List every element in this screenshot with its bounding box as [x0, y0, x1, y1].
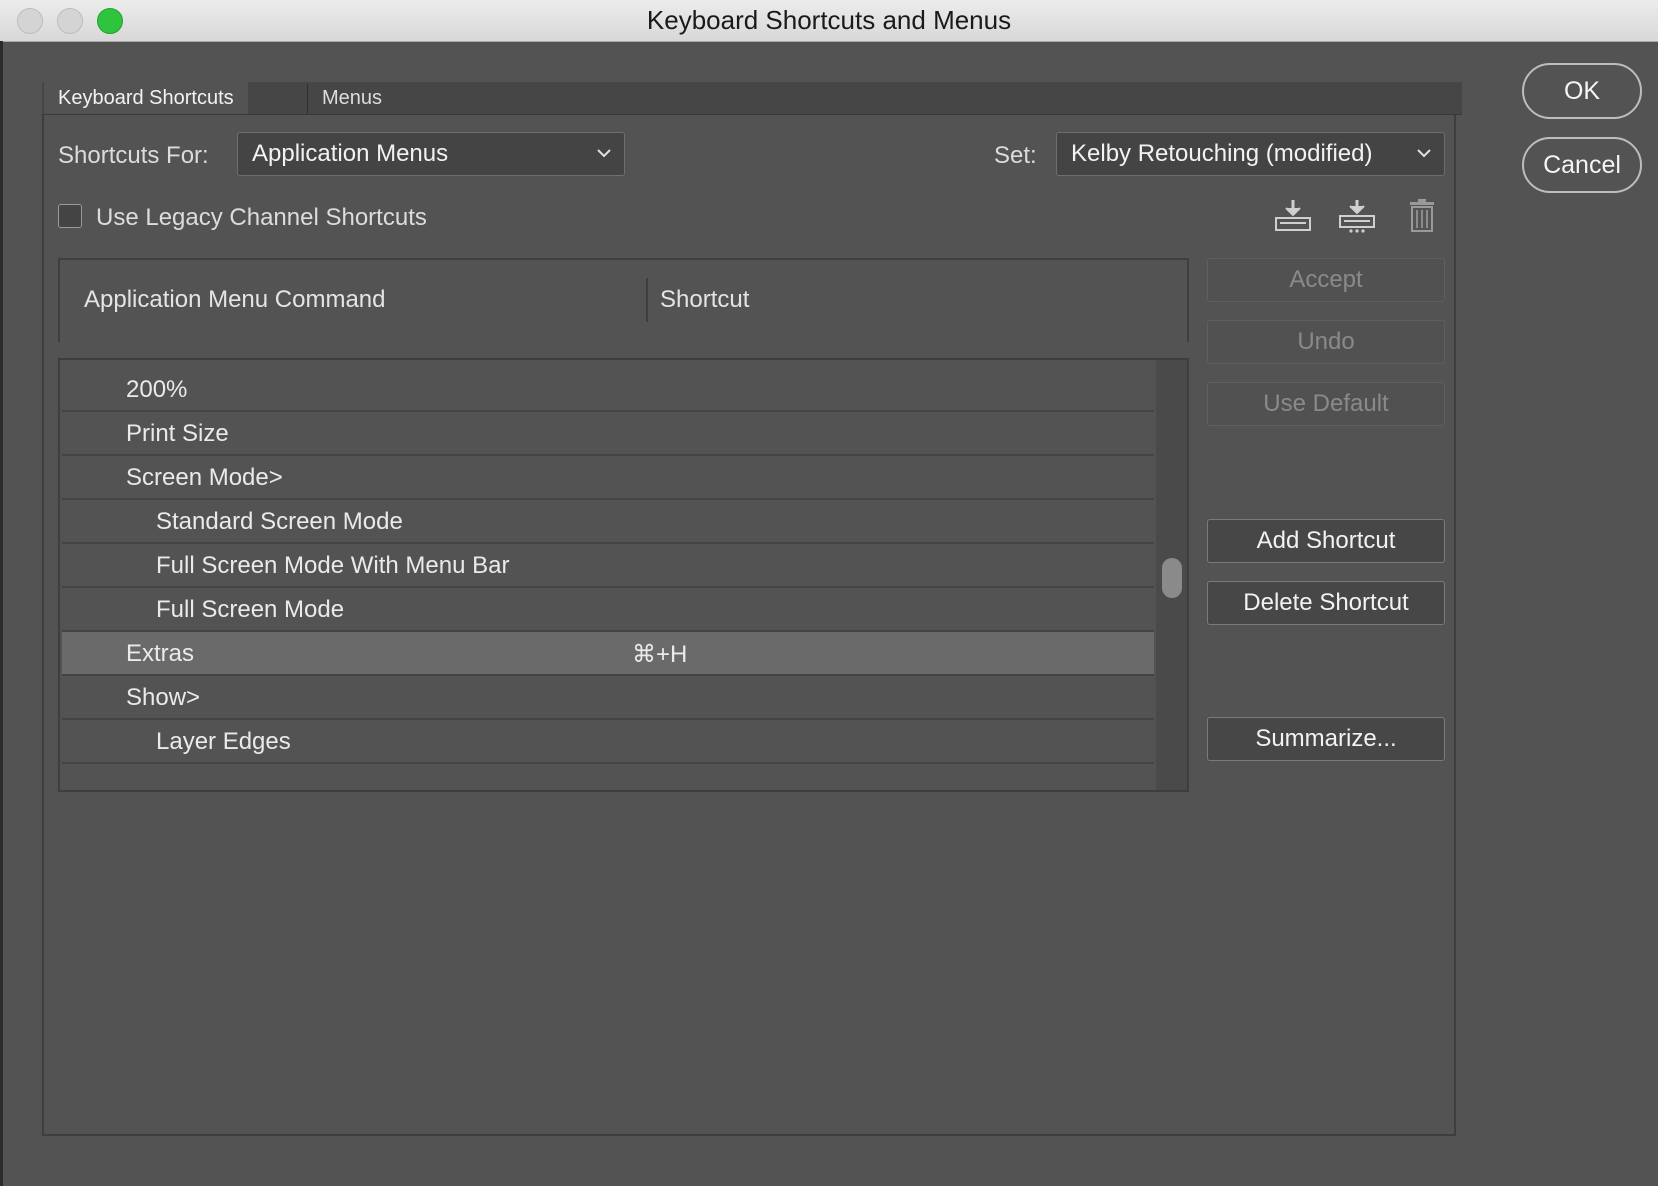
- command-name: 200%: [126, 376, 188, 403]
- command-name: Show>: [126, 684, 201, 711]
- table-header: Application Menu Command Shortcut: [58, 258, 1189, 342]
- table-row[interactable]: Print Size: [62, 412, 1154, 456]
- table-row[interactable]: Standard Screen Mode: [62, 500, 1154, 544]
- command-name: Full Screen Mode With Menu Bar: [156, 552, 510, 579]
- table-row[interactable]: 200%: [62, 368, 1154, 412]
- column-header-shortcut[interactable]: Shortcut: [660, 286, 749, 314]
- command-name: Print Size: [126, 420, 229, 447]
- ok-button[interactable]: OK: [1522, 63, 1642, 119]
- set-label: Set:: [994, 142, 1037, 169]
- undo-button[interactable]: Undo: [1207, 320, 1445, 364]
- use-default-button[interactable]: Use Default: [1207, 382, 1445, 426]
- shortcuts-for-label: Shortcuts For:: [58, 142, 209, 169]
- legacy-channel-label[interactable]: Use Legacy Channel Shortcuts: [96, 204, 427, 232]
- shortcut-value[interactable]: ⌘+H: [632, 640, 687, 669]
- legacy-channel-checkbox[interactable]: [58, 204, 82, 228]
- table-row[interactable]: Full Screen Mode With Menu Bar: [62, 544, 1154, 588]
- summarize-button[interactable]: Summarize...: [1207, 717, 1445, 761]
- tab-keyboard-shortcuts[interactable]: Keyboard Shortcuts: [44, 82, 248, 114]
- command-name: Standard Screen Mode: [156, 508, 403, 535]
- add-shortcut-button[interactable]: Add Shortcut: [1207, 519, 1445, 563]
- tab-strip: Keyboard Shortcuts Menus: [42, 82, 1462, 115]
- window-edge: [0, 41, 3, 1186]
- title-bar: Keyboard Shortcuts and Menus: [0, 0, 1658, 42]
- command-name: Full Screen Mode: [156, 596, 345, 623]
- tab-menus[interactable]: Menus: [308, 82, 396, 114]
- command-name: Screen Mode>: [126, 464, 283, 491]
- table-row[interactable]: Show>: [62, 676, 1154, 720]
- set-select[interactable]: Kelby Retouching (modified): [1056, 132, 1445, 176]
- delete-set-icon[interactable]: [1402, 198, 1442, 234]
- table-row-selected[interactable]: Extras ⌘+H: [62, 632, 1154, 676]
- table-row[interactable]: Layer Edges: [62, 720, 1154, 764]
- chevron-down-icon: [1417, 149, 1431, 158]
- delete-shortcut-button[interactable]: Delete Shortcut: [1207, 581, 1445, 625]
- table-row[interactable]: Full Screen Mode: [62, 588, 1154, 632]
- cancel-button[interactable]: Cancel: [1522, 137, 1642, 193]
- column-header-command[interactable]: Application Menu Command: [84, 286, 386, 314]
- shortcuts-for-select[interactable]: Application Menus: [237, 132, 625, 176]
- accept-button[interactable]: Accept: [1207, 258, 1445, 302]
- window-title: Keyboard Shortcuts and Menus: [646, 5, 1012, 35]
- save-set-as-icon[interactable]: [1337, 198, 1377, 234]
- set-value: Kelby Retouching (modified): [1071, 140, 1373, 167]
- save-set-icon[interactable]: [1273, 198, 1313, 234]
- chevron-down-icon: [597, 149, 611, 158]
- column-divider[interactable]: [646, 278, 648, 322]
- table-row[interactable]: Screen Mode>: [62, 456, 1154, 500]
- shortcuts-for-value: Application Menus: [252, 140, 449, 167]
- command-list: 200% Print Size Screen Mode> Standard Sc…: [58, 358, 1189, 792]
- command-name: Layer Edges: [156, 728, 291, 755]
- scrollbar-thumb[interactable]: [1162, 558, 1182, 598]
- command-name: Extras: [126, 640, 195, 667]
